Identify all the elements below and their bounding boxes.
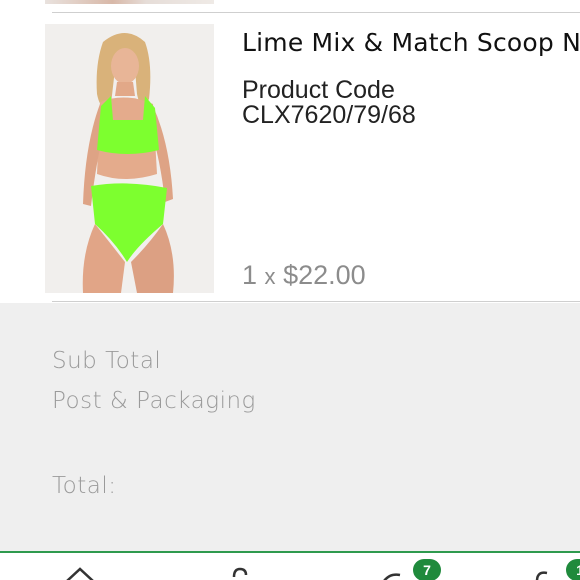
quantity-value: 1 [242, 260, 258, 290]
item-divider-bottom [52, 301, 580, 302]
price-value: $22.00 [283, 260, 366, 290]
bag-count-badge: 7 [413, 559, 441, 580]
help-icon[interactable] [228, 563, 252, 580]
wishlist-count-badge: 1 [566, 559, 580, 580]
item-divider [52, 12, 580, 13]
home-icon[interactable] [64, 563, 96, 580]
heart-icon[interactable] [533, 563, 567, 580]
product-title[interactable]: Lime Mix & Match Scoop Neck Bikini Top [242, 28, 580, 57]
sub-total-label: Sub Total [52, 348, 162, 374]
product-image[interactable] [45, 24, 214, 293]
cart-page: Lime Mix & Match Scoop Neck Bikini Top P… [0, 0, 580, 580]
previous-item-thumbnail[interactable] [45, 0, 214, 4]
product-code-value: CLX7620/79/68 [242, 101, 416, 129]
quantity-price: 1 x $22.00 [242, 260, 366, 291]
post-packaging-label: Post & Packaging [52, 388, 256, 414]
times-symbol: x [264, 264, 276, 289]
totals-panel: Sub Total Post & Packaging Total: [0, 303, 580, 552]
total-label: Total: [52, 473, 117, 499]
bottom-nav: 7 1 [0, 551, 580, 580]
model-photo [45, 24, 214, 293]
bag-icon[interactable] [380, 563, 416, 580]
